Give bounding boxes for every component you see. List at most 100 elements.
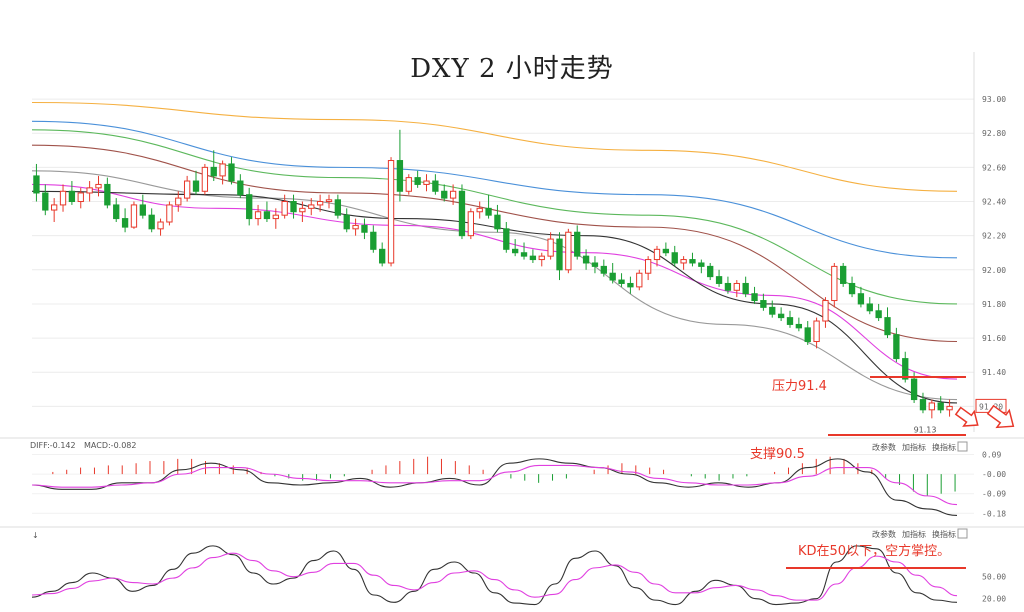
kd-annotation: KD在50以下，空方掌控。 (798, 543, 950, 559)
candle-body (512, 248, 519, 254)
candle-body (494, 214, 501, 230)
candle-body (946, 405, 953, 411)
candle-body (396, 160, 404, 192)
ma-line (31, 101, 958, 192)
candle-body (379, 248, 386, 264)
candle-body (139, 204, 146, 216)
candle-body (423, 180, 430, 185)
candle-body (281, 201, 288, 216)
macd-tick-label: -0.00 (982, 470, 1006, 479)
candle-body (237, 180, 244, 196)
candle-body (361, 224, 368, 233)
candle-body (556, 238, 563, 271)
candle-body (520, 252, 528, 257)
candle-body (618, 279, 625, 284)
candle-body (246, 194, 253, 220)
price-tick-label: 92.40 (982, 198, 1006, 207)
candle-body (636, 272, 643, 288)
candle-body (600, 265, 607, 274)
candle-body (733, 282, 740, 291)
candle-body (769, 306, 776, 315)
candle-body (130, 204, 138, 228)
kd-button-0[interactable]: 改参数 (872, 529, 896, 539)
macd-diff-line (31, 458, 958, 517)
price-tick-label: 92.00 (982, 266, 1006, 275)
candle-body (582, 255, 590, 264)
macd-button-2[interactable]: 换指标 (932, 442, 956, 452)
candle-body (370, 231, 377, 250)
candle-body (503, 228, 510, 250)
price-tick-label: 91.60 (982, 334, 1006, 343)
candle-body (334, 199, 342, 216)
candle-body (760, 300, 767, 308)
candle-body (902, 358, 909, 380)
candle-body (786, 317, 794, 325)
price-tick-label: 93.00 (982, 95, 1006, 104)
candle-body (254, 211, 262, 220)
candle-body (210, 166, 217, 177)
candle-body (919, 399, 927, 411)
candle-body (724, 282, 732, 291)
macd-button-0[interactable]: 改参数 (872, 442, 896, 452)
macd-diff-label: DIFF:-0.142 (30, 441, 76, 450)
candle-body (201, 166, 209, 192)
kd-tick-label: 20.00 (982, 595, 1006, 604)
candle-body (175, 197, 182, 206)
price-tick-label: 91.80 (982, 300, 1006, 309)
candle-body (689, 259, 696, 264)
resistance-annotation: 压力91.4 (772, 379, 827, 394)
candle-body (183, 180, 191, 199)
candle-body (565, 231, 572, 271)
candle-body (458, 190, 466, 237)
candle-body (751, 293, 758, 302)
kd-arrow-icon: ↓ (32, 531, 39, 540)
candle-body (893, 334, 900, 360)
kd-button-1[interactable]: 加指标 (902, 529, 926, 539)
candle-body (325, 199, 333, 203)
moving-averages (31, 101, 958, 404)
candle-body (662, 248, 670, 254)
candle-body (884, 317, 891, 336)
candle-body (742, 282, 749, 295)
macd-button-1[interactable]: 加指标 (902, 442, 926, 452)
candle-body (352, 224, 359, 230)
candle-body (910, 378, 918, 401)
candle-body (591, 262, 599, 267)
kd-button-2[interactable]: 换指标 (932, 529, 956, 539)
down-arrow-icon (954, 406, 979, 427)
candle-body (875, 310, 882, 319)
candle-body (671, 252, 678, 264)
candle-body (33, 175, 40, 194)
candle-body (866, 303, 873, 312)
candle-body (529, 255, 537, 261)
candle-body (698, 262, 705, 267)
candle-body (414, 177, 421, 185)
macd-value-label: MACD:-0.082 (84, 441, 136, 450)
candle-body (77, 192, 84, 203)
candle-body (166, 204, 173, 223)
macd-dea-line (31, 464, 958, 506)
candlesticks (33, 129, 953, 419)
candle-body (121, 218, 129, 228)
candle-body (680, 259, 687, 264)
candle-body (476, 207, 483, 213)
candle-body (707, 265, 714, 278)
grid (32, 98, 974, 407)
candle-body (51, 204, 58, 211)
candle-body (95, 183, 102, 189)
candle-body (822, 300, 829, 322)
price-axis: 93.00 92.80 92.60 92.40 92.20 92.00 91.80 91.60… (973, 52, 1006, 432)
candle-body (263, 211, 271, 220)
macd-tick-label: -0.18 (982, 509, 1006, 518)
candle-body (928, 402, 935, 411)
candle-body (467, 211, 474, 237)
candle-body (42, 192, 49, 211)
macd-panel: DIFF:-0.142 MACD:-0.082 改参数 加指标 换指标 0.09 -0.00… (0, 437, 1024, 518)
price-tick-label: 92.60 (982, 163, 1006, 172)
candle-body (148, 214, 155, 230)
candle-body (937, 402, 944, 411)
candle-body (777, 313, 785, 319)
candle-body (574, 231, 581, 257)
candle-body (228, 163, 235, 182)
close-icon (957, 441, 968, 452)
